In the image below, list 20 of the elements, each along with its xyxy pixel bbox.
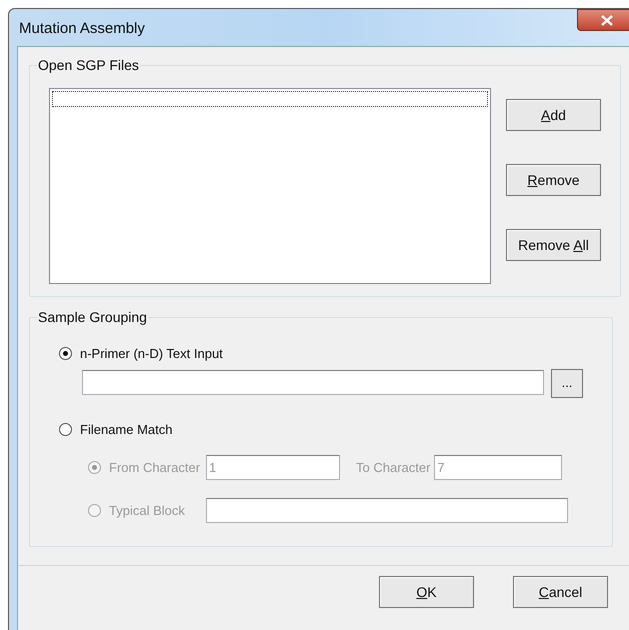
- group-title: Open SGP Files: [37, 56, 140, 75]
- browse-button[interactable]: ...: [551, 368, 583, 398]
- typical-block-field[interactable]: [206, 498, 568, 523]
- list-action-button[interactable]: Add: [506, 99, 601, 131]
- radio-button[interactable]: [59, 422, 72, 436]
- dialog-button[interactable]: OK: [379, 576, 474, 608]
- primer-input-field[interactable]: [82, 370, 544, 394]
- list-action-button[interactable]: Remove: [506, 164, 601, 196]
- to-character-label: To Character: [356, 458, 430, 477]
- list-action-button[interactable]: Remove All: [506, 229, 601, 261]
- dialog-button[interactable]: Cancel: [513, 576, 608, 608]
- radio-button[interactable]: [59, 347, 72, 360]
- window-title: Mutation Assembly: [19, 19, 145, 39]
- radio-label: From Character: [109, 458, 200, 477]
- radio-label: n-Primer (n-D) Text Input: [80, 345, 223, 363]
- group-title: Sample Grouping: [37, 308, 148, 327]
- close-button[interactable]: [577, 9, 629, 31]
- radio-label: Typical Block: [109, 502, 185, 520]
- radio-label: Filename Match: [80, 420, 172, 438]
- close-icon: [601, 14, 613, 26]
